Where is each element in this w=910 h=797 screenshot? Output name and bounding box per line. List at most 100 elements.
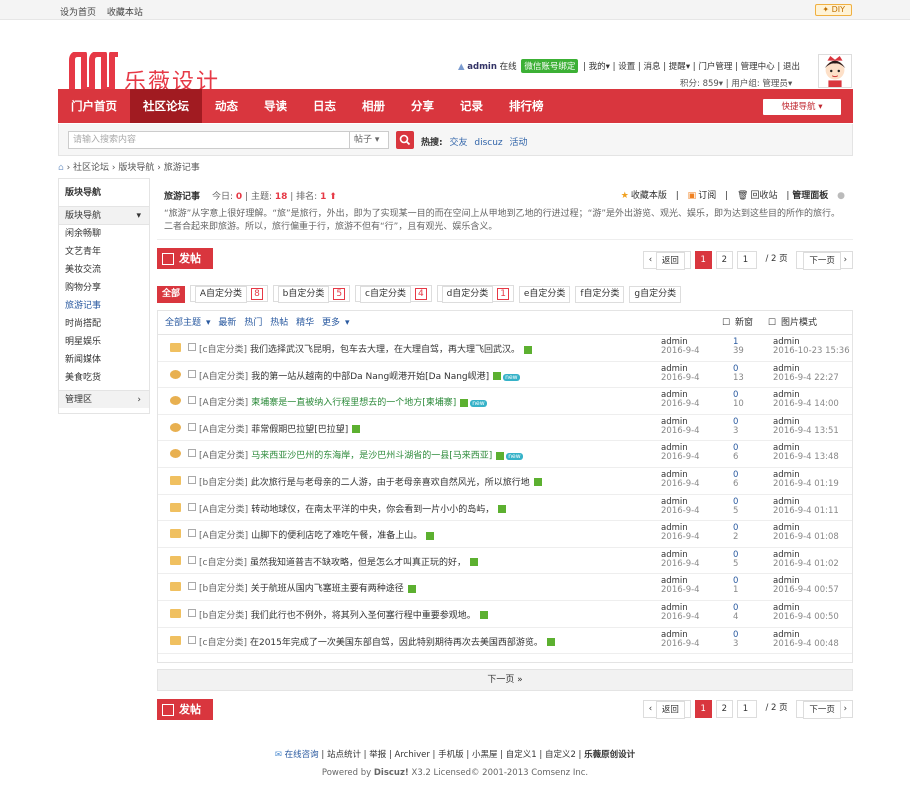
thread-title-link[interactable]: 关于航班从国内飞塞班主要有两种途径 bbox=[251, 584, 404, 594]
home-icon[interactable]: ⌂ bbox=[58, 163, 64, 173]
sidebar-item[interactable]: 美妆交流 bbox=[59, 261, 149, 279]
footer-link[interactable]: 自定义1 bbox=[506, 750, 537, 760]
thread-type-link[interactable]: [b自定分类] bbox=[199, 584, 248, 594]
thread-title-link[interactable]: 在2015年完成了一次美国东部自驾，因此特别期待再次去美国西部游览。 bbox=[250, 638, 543, 648]
filter-digest[interactable]: 精华 bbox=[296, 318, 314, 328]
thread-checkbox[interactable] bbox=[188, 582, 196, 591]
thread-type-link[interactable]: [b自定分类] bbox=[199, 478, 248, 488]
filter-hot[interactable]: 热门 bbox=[244, 318, 262, 328]
subscribe-link[interactable]: 订阅 bbox=[698, 191, 716, 201]
last-post-time[interactable]: 2016-9-4 13:48 bbox=[773, 453, 839, 462]
new-post-button[interactable]: 发帖 bbox=[157, 248, 213, 269]
type-tab[interactable]: f自定分类 bbox=[575, 286, 625, 303]
nav-ranking[interactable]: 排行榜 bbox=[496, 89, 557, 123]
next-page-button[interactable]: 下一页 › bbox=[796, 700, 853, 719]
type-tab[interactable]: A自定分类 8 bbox=[189, 285, 268, 303]
online-consult-link[interactable]: 在线咨询 bbox=[285, 750, 319, 760]
set-home-link[interactable]: 设为首页 bbox=[60, 8, 96, 18]
last-post-time[interactable]: 2016-9-4 22:27 bbox=[773, 373, 839, 383]
sidebar-item-current[interactable]: 旅游记事 bbox=[59, 297, 149, 315]
sidebar-item[interactable]: 购物分享 bbox=[59, 279, 149, 297]
thread-checkbox[interactable] bbox=[188, 369, 196, 378]
collapse-icon[interactable]: ● bbox=[837, 191, 845, 201]
thread-type-link[interactable]: [A自定分类] bbox=[199, 531, 248, 541]
new-post-button[interactable]: 发帖 bbox=[157, 699, 213, 720]
favorite-forum-link[interactable]: 收藏本版 bbox=[631, 191, 667, 201]
table-row[interactable]: [A自定分类] 马来西亚沙巴州的东海岸，是沙巴州斗湖省的一县[马来西亚] new ad… bbox=[158, 441, 852, 468]
sidebar-item[interactable]: 闲余畅聊 bbox=[59, 225, 149, 243]
nav-portal-home[interactable]: 门户首页 bbox=[58, 89, 130, 123]
thread-checkbox[interactable] bbox=[188, 449, 196, 458]
image-mode-checkbox[interactable]: ☐ bbox=[768, 318, 776, 328]
type-tab[interactable]: b自定分类 5 bbox=[272, 285, 351, 303]
filter-all[interactable]: 全部主题 bbox=[165, 318, 201, 328]
thread-type-link[interactable]: [A自定分类] bbox=[199, 451, 248, 461]
last-post-time[interactable]: 2016-9-4 00:48 bbox=[773, 639, 839, 649]
discuz-link[interactable]: Discuz! bbox=[374, 768, 409, 778]
table-row[interactable]: [A自定分类] 山脚下的便利店吃了难吃午餐，准备上山。 admin 2016-9-4 0… bbox=[158, 521, 852, 548]
last-post-time[interactable]: 2016-9-4 14:00 bbox=[773, 400, 839, 409]
thread-title-link[interactable]: 菲常假期巴拉望[巴拉望] bbox=[251, 425, 348, 435]
thread-type-link[interactable]: [A自定分类] bbox=[199, 398, 248, 408]
breadcrumb-item[interactable]: 社区论坛 bbox=[73, 163, 109, 173]
table-row[interactable]: [A自定分类] 我的第一站从越南的中部Da Nang岘港开始[Da Nang岘港]… bbox=[158, 362, 852, 389]
quick-nav-button[interactable]: 快捷导航 ▾ bbox=[763, 99, 841, 115]
page-2[interactable]: 2 bbox=[715, 700, 734, 718]
table-row[interactable]: [c自定分类] 我们选择武汉飞昆明，包车去大理，在大理自驾，再大理飞回武汉。 adm… bbox=[158, 335, 852, 362]
filter-hot-posts[interactable]: 热帖 bbox=[270, 318, 288, 328]
sidebar-item[interactable]: 新闻媒体 bbox=[59, 351, 149, 369]
sidebar-item[interactable]: 文艺青年 bbox=[59, 243, 149, 261]
type-tab[interactable]: g自定分类 bbox=[629, 286, 682, 303]
last-post-time[interactable]: 2016-9-4 01:11 bbox=[773, 506, 839, 516]
thread-title-link[interactable]: 我们选择武汉飞昆明，包车去大理，在大理自驾，再大理飞回武汉。 bbox=[250, 345, 520, 355]
search-scope-select[interactable]: 帖子 ▾ bbox=[350, 131, 389, 149]
thread-type-link[interactable]: [A自定分类] bbox=[199, 372, 248, 382]
footer-link[interactable]: 乐薇原创设计 bbox=[584, 750, 635, 760]
last-post-time[interactable]: 2016-9-4 00:50 bbox=[773, 612, 839, 622]
breadcrumb-item[interactable]: 旅游记事 bbox=[164, 163, 200, 173]
last-post-time[interactable]: 2016-9-4 01:08 bbox=[773, 533, 839, 542]
sidebar-admin-group[interactable]: 管理区 › bbox=[59, 390, 149, 408]
back-button[interactable]: ‹ 返回 bbox=[642, 251, 691, 270]
user-group-menu[interactable]: 用户组: 管理员 bbox=[731, 79, 788, 89]
sidebar-item[interactable]: 明星娱乐 bbox=[59, 333, 149, 351]
filter-more[interactable]: 更多 bbox=[322, 318, 340, 328]
sidebar-group[interactable]: 版块导航 ▾ bbox=[59, 207, 149, 225]
thread-type-link[interactable]: [c自定分类] bbox=[199, 558, 247, 568]
portal-admin-link[interactable]: 门户管理 bbox=[698, 62, 732, 72]
last-post-time[interactable]: 2016-9-4 01:02 bbox=[773, 559, 839, 569]
footer-link[interactable]: 手机版 bbox=[438, 750, 464, 760]
filter-latest[interactable]: 最新 bbox=[218, 318, 236, 328]
settings-link[interactable]: 设置 bbox=[618, 62, 635, 72]
table-row[interactable]: [c自定分类] 在2015年完成了一次美国东部自驾，因此特别期待再次去美国西部游览… bbox=[158, 628, 852, 655]
reminders-link[interactable]: 提醒 bbox=[669, 62, 686, 72]
footer-link[interactable]: 举报 bbox=[369, 750, 386, 760]
load-next-page-button[interactable]: 下一页 » bbox=[157, 669, 853, 691]
thread-checkbox[interactable] bbox=[188, 343, 196, 351]
manage-panel-link[interactable]: 管理面板 bbox=[792, 191, 828, 201]
nav-album[interactable]: 相册 bbox=[349, 89, 398, 123]
thread-type-link[interactable]: [c自定分类] bbox=[199, 345, 247, 355]
sidebar-item[interactable]: 美食吃货 bbox=[59, 369, 149, 387]
my-menu[interactable]: 我的 bbox=[589, 62, 606, 72]
thread-title-link[interactable]: 马来西亚沙巴州的东海岸，是沙巴州斗湖省的一县[马来西亚] bbox=[251, 451, 492, 461]
last-post-time[interactable]: 2016-9-4 00:57 bbox=[773, 586, 839, 595]
thread-checkbox[interactable] bbox=[188, 635, 196, 644]
type-tab[interactable]: 全部 bbox=[157, 286, 186, 303]
thread-title-link[interactable]: 虽然我知道普吉不缺攻略，但是怎么才叫真正玩的好， bbox=[250, 558, 466, 568]
nav-share[interactable]: 分享 bbox=[398, 89, 447, 123]
diy-button[interactable]: ✦ DIY bbox=[815, 4, 852, 16]
type-tab[interactable]: e自定分类 bbox=[518, 286, 571, 303]
page-input[interactable]: 1 bbox=[736, 251, 757, 269]
hot-link[interactable]: 交友 bbox=[449, 138, 467, 148]
page-input[interactable]: 1 bbox=[736, 700, 757, 718]
thread-checkbox[interactable] bbox=[188, 502, 196, 511]
table-row[interactable]: [A自定分类] 柬埔寨是一直被纳入行程里想去的一个地方[柬埔寨] new admin 2… bbox=[158, 388, 852, 415]
footer-link[interactable]: Archiver bbox=[395, 750, 430, 760]
thread-checkbox[interactable] bbox=[188, 422, 196, 431]
hot-link[interactable]: 活动 bbox=[510, 138, 528, 148]
next-page-button[interactable]: 下一页 › bbox=[796, 251, 853, 270]
search-button[interactable] bbox=[396, 131, 414, 149]
username-link[interactable]: admin bbox=[467, 62, 497, 72]
nav-blog[interactable]: 日志 bbox=[300, 89, 349, 123]
